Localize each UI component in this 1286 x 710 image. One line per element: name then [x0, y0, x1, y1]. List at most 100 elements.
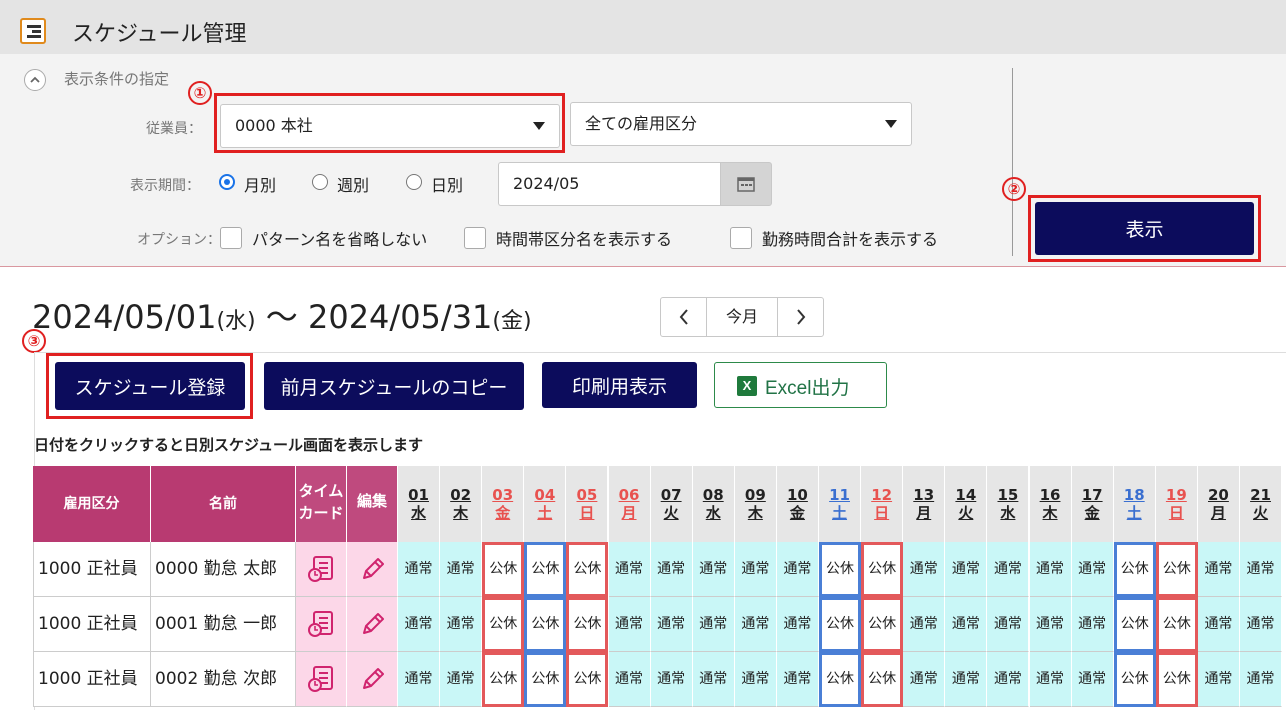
schedule-cell-off[interactable]: 公休 — [524, 597, 567, 652]
day-header-02[interactable]: 02 木 — [440, 466, 483, 542]
edit-button[interactable] — [347, 597, 398, 652]
schedule-cell-off[interactable]: 公休 — [482, 652, 525, 707]
schedule-cell-work[interactable]: 通常 — [987, 542, 1030, 597]
print-view-button[interactable]: 印刷用表示 — [542, 362, 697, 408]
schedule-cell-work[interactable]: 通常 — [987, 597, 1030, 652]
schedule-cell-off[interactable]: 公休 — [566, 597, 609, 652]
current-month-button[interactable]: 今月 — [707, 298, 777, 336]
day-header-05[interactable]: 05 日 — [566, 466, 609, 542]
checkbox-show-time-zone[interactable] — [464, 227, 486, 249]
schedule-cell-off[interactable]: 公休 — [819, 652, 862, 707]
period-weekly-radio[interactable] — [312, 174, 328, 190]
schedule-cell-work[interactable]: 通常 — [1197, 652, 1240, 707]
schedule-cell-work[interactable]: 通常 — [692, 597, 735, 652]
day-header-04[interactable]: 04 土 — [524, 466, 567, 542]
schedule-cell-off[interactable]: 公休 — [861, 652, 904, 707]
schedule-cell-work[interactable]: 通常 — [440, 597, 483, 652]
schedule-cell-work[interactable]: 通常 — [608, 542, 651, 597]
schedule-cell-work[interactable]: 通常 — [1071, 542, 1114, 597]
schedule-cell-work[interactable]: 通常 — [903, 597, 946, 652]
schedule-cell-off[interactable]: 公休 — [1155, 597, 1198, 652]
period-daily-radio[interactable] — [406, 174, 422, 190]
schedule-cell-off[interactable]: 公休 — [524, 652, 567, 707]
schedule-cell-work[interactable]: 通常 — [1029, 652, 1072, 707]
schedule-cell-work[interactable]: 通常 — [945, 652, 988, 707]
day-header-11[interactable]: 11 土 — [819, 466, 862, 542]
schedule-cell-work[interactable]: 通常 — [945, 542, 988, 597]
schedule-cell-work[interactable]: 通常 — [734, 597, 777, 652]
schedule-cell-off[interactable]: 公休 — [1155, 652, 1198, 707]
schedule-cell-off[interactable]: 公休 — [1113, 542, 1156, 597]
day-header-20[interactable]: 20 月 — [1197, 466, 1240, 542]
schedule-cell-off[interactable]: 公休 — [524, 542, 567, 597]
period-monthly-radio[interactable] — [219, 174, 235, 190]
schedule-cell-work[interactable]: 通常 — [398, 597, 441, 652]
schedule-cell-off[interactable]: 公休 — [1113, 652, 1156, 707]
timecard-button[interactable] — [296, 652, 347, 707]
schedule-cell-work[interactable]: 通常 — [903, 542, 946, 597]
schedule-cell-off[interactable]: 公休 — [861, 597, 904, 652]
excel-export-button[interactable]: X Excel出力 — [714, 362, 887, 408]
day-header-16[interactable]: 16 木 — [1029, 466, 1072, 542]
schedule-cell-work[interactable]: 通常 — [1240, 597, 1283, 652]
schedule-cell-off[interactable]: 公休 — [566, 542, 609, 597]
schedule-cell-work[interactable]: 通常 — [776, 542, 819, 597]
schedule-cell-work[interactable]: 通常 — [945, 597, 988, 652]
schedule-cell-work[interactable]: 通常 — [1029, 542, 1072, 597]
schedule-cell-off[interactable]: 公休 — [1155, 542, 1198, 597]
schedule-cell-off[interactable]: 公休 — [482, 597, 525, 652]
schedule-cell-work[interactable]: 通常 — [776, 652, 819, 707]
schedule-cell-off[interactable]: 公休 — [819, 597, 862, 652]
employment-type-select[interactable]: 全ての雇用区分 — [570, 102, 912, 146]
timecard-button[interactable] — [296, 597, 347, 652]
day-header-12[interactable]: 12 日 — [861, 466, 904, 542]
schedule-cell-off[interactable]: 公休 — [566, 652, 609, 707]
schedule-cell-work[interactable]: 通常 — [440, 542, 483, 597]
schedule-cell-work[interactable]: 通常 — [398, 652, 441, 707]
schedule-cell-work[interactable]: 通常 — [692, 652, 735, 707]
checkbox-show-total-hours[interactable] — [730, 227, 752, 249]
schedule-cell-work[interactable]: 通常 — [608, 597, 651, 652]
schedule-cell-off[interactable]: 公休 — [482, 542, 525, 597]
schedule-cell-work[interactable]: 通常 — [1197, 597, 1240, 652]
day-header-09[interactable]: 09 木 — [734, 466, 777, 542]
schedule-cell-work[interactable]: 通常 — [650, 652, 693, 707]
schedule-cell-work[interactable]: 通常 — [692, 542, 735, 597]
schedule-cell-work[interactable]: 通常 — [734, 542, 777, 597]
next-month-button[interactable] — [777, 298, 823, 336]
month-input[interactable]: 2024/05 — [498, 162, 720, 206]
schedule-cell-off[interactable]: 公休 — [1113, 597, 1156, 652]
schedule-cell-work[interactable]: 通常 — [987, 652, 1030, 707]
edit-button[interactable] — [347, 652, 398, 707]
schedule-cell-work[interactable]: 通常 — [650, 542, 693, 597]
schedule-cell-work[interactable]: 通常 — [1240, 652, 1283, 707]
schedule-cell-work[interactable]: 通常 — [1071, 597, 1114, 652]
day-header-10[interactable]: 10 金 — [776, 466, 819, 542]
checkbox-show-pattern-name[interactable] — [220, 227, 242, 249]
collapse-chevron-up-icon[interactable] — [24, 69, 46, 91]
schedule-register-button[interactable]: スケジュール登録 — [55, 362, 245, 410]
calendar-button[interactable] — [720, 162, 772, 206]
schedule-cell-work[interactable]: 通常 — [608, 652, 651, 707]
day-header-13[interactable]: 13 月 — [903, 466, 946, 542]
prev-month-button[interactable] — [661, 298, 707, 336]
schedule-cell-work[interactable]: 通常 — [1197, 542, 1240, 597]
timecard-button[interactable] — [296, 542, 347, 597]
day-header-03[interactable]: 03 金 — [482, 466, 525, 542]
copy-prev-month-button[interactable]: 前月スケジュールのコピー — [264, 362, 524, 410]
day-header-21[interactable]: 21 火 — [1240, 466, 1283, 542]
schedule-cell-work[interactable]: 通常 — [903, 652, 946, 707]
day-header-01[interactable]: 01 水 — [398, 466, 441, 542]
schedule-cell-work[interactable]: 通常 — [440, 652, 483, 707]
schedule-cell-off[interactable]: 公休 — [819, 542, 862, 597]
edit-button[interactable] — [347, 542, 398, 597]
schedule-cell-work[interactable]: 通常 — [398, 542, 441, 597]
schedule-cell-work[interactable]: 通常 — [776, 597, 819, 652]
schedule-cell-work[interactable]: 通常 — [1071, 652, 1114, 707]
schedule-cell-work[interactable]: 通常 — [1029, 597, 1072, 652]
schedule-cell-off[interactable]: 公休 — [861, 542, 904, 597]
day-header-15[interactable]: 15 水 — [987, 466, 1030, 542]
day-header-08[interactable]: 08 水 — [692, 466, 735, 542]
day-header-14[interactable]: 14 火 — [945, 466, 988, 542]
day-header-17[interactable]: 17 金 — [1071, 466, 1114, 542]
